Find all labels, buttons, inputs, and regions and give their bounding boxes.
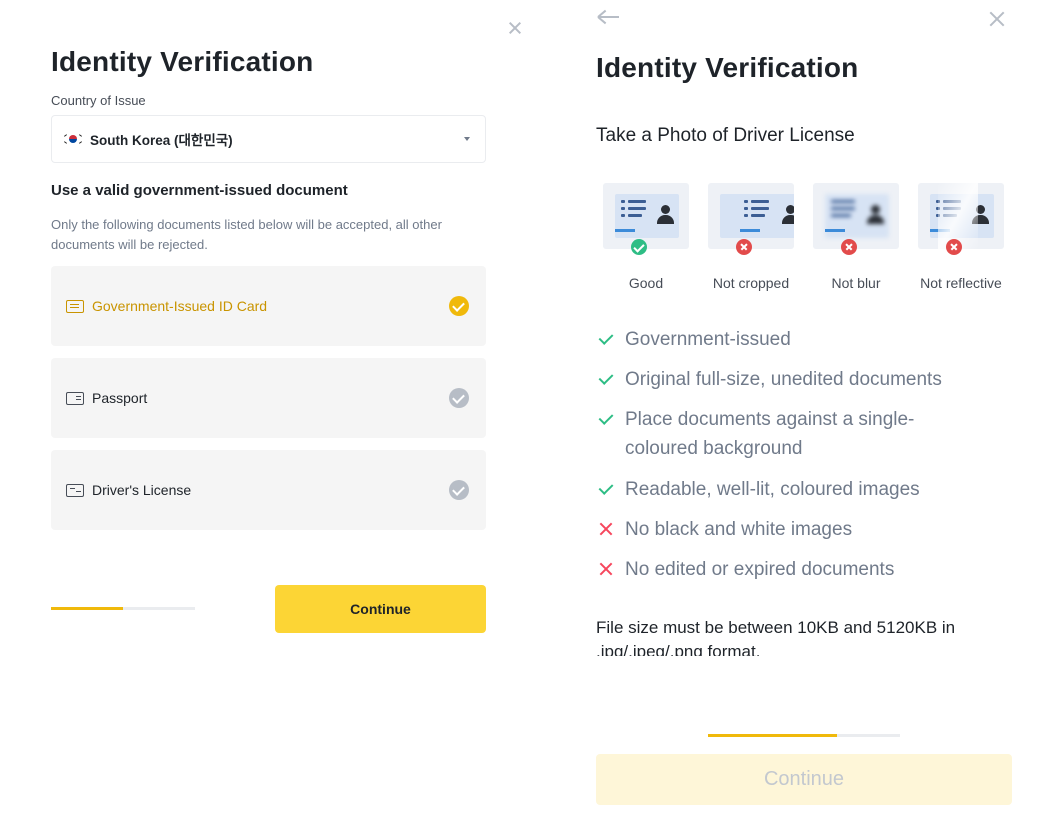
check-circle-icon — [449, 388, 469, 408]
check-circle-icon — [449, 296, 469, 316]
document-type-panel: Identity Verification Country of Issue S… — [0, 0, 540, 827]
requirement-item: No black and white images — [598, 515, 990, 544]
requirement-item: Government-issued — [598, 325, 990, 354]
document-description: Only the following documents listed belo… — [51, 217, 442, 252]
country-value: South Korea (대한민국) — [90, 133, 233, 148]
x-badge-icon — [841, 239, 857, 255]
requirement-item: Original full-size, unedited documents — [598, 365, 990, 394]
checkmark-icon — [598, 475, 620, 504]
back-arrow-icon[interactable] — [597, 9, 621, 25]
sample-caption: Not reflective — [920, 275, 1002, 291]
sample-caption: Not blur — [831, 275, 881, 291]
progress-bar — [51, 607, 195, 610]
progress-fill — [708, 734, 837, 737]
requirement-item: Readable, well-lit, coloured images — [598, 475, 990, 504]
option-passport[interactable]: Passport — [51, 358, 486, 438]
page-title: Identity Verification — [51, 46, 314, 77]
option-label: Driver's License — [92, 482, 192, 498]
requirement-text: No edited or expired documents — [625, 559, 895, 580]
checkmark-icon — [598, 405, 620, 434]
close-icon[interactable] — [507, 20, 522, 35]
cross-icon — [598, 515, 620, 544]
requirement-text: Place documents against a single-coloure… — [625, 409, 915, 459]
sample-not-cropped: Not cropped — [701, 183, 801, 291]
photo-guidelines-panel: Identity Verification Take a Photo of Dr… — [570, 0, 1044, 827]
file-size-note: File size must be between 10KB and 5120K… — [596, 618, 956, 656]
cross-icon — [598, 555, 620, 584]
continue-button[interactable]: Continue — [275, 585, 486, 633]
photo-heading: Take a Photo of Driver License — [596, 125, 855, 146]
requirement-item: No edited or expired documents — [598, 555, 990, 584]
check-circle-icon — [449, 480, 469, 500]
license-sample-image — [918, 183, 1004, 249]
id-card-icon — [66, 299, 84, 313]
check-badge-icon — [631, 239, 647, 255]
option-drivers-license[interactable]: Driver's License — [51, 450, 486, 530]
requirement-text: Original full-size, unedited documents — [625, 369, 942, 390]
south-korea-flag-icon — [63, 133, 83, 145]
sample-not-reflective: Not reflective — [911, 183, 1011, 291]
sample-not-blur: Not blur — [806, 183, 906, 291]
requirement-text: No black and white images — [625, 519, 853, 540]
chevron-down-icon — [464, 137, 470, 141]
x-badge-icon — [946, 239, 962, 255]
progress-fill — [51, 607, 123, 610]
requirement-text: Government-issued — [625, 329, 791, 350]
sample-good: Good — [596, 183, 696, 291]
option-government-id-card[interactable]: Government-Issued ID Card — [51, 266, 486, 346]
sample-caption: Good — [628, 275, 664, 291]
drivers-license-icon — [66, 483, 84, 497]
close-icon[interactable] — [987, 9, 1006, 28]
option-label: Passport — [92, 390, 148, 406]
document-heading: Use a valid government-issued document — [51, 182, 348, 199]
requirement-text: Readable, well-lit, coloured images — [625, 479, 920, 500]
license-sample-image — [708, 183, 794, 249]
country-label: Country of Issue — [51, 93, 146, 108]
sample-caption: Not cropped — [712, 275, 790, 291]
x-badge-icon — [736, 239, 752, 255]
continue-button[interactable]: Continue — [596, 754, 1012, 805]
license-sample-image — [603, 183, 689, 249]
checkmark-icon — [598, 365, 620, 394]
passport-icon — [66, 391, 84, 405]
checkmark-icon — [598, 325, 620, 354]
license-sample-image — [813, 183, 899, 249]
requirement-item: Place documents against a single-coloure… — [598, 405, 950, 463]
country-select[interactable]: South Korea (대한민국) — [51, 115, 486, 163]
progress-bar — [708, 734, 900, 737]
page-title: Identity Verification — [596, 52, 859, 83]
option-label: Government-Issued ID Card — [92, 298, 268, 314]
